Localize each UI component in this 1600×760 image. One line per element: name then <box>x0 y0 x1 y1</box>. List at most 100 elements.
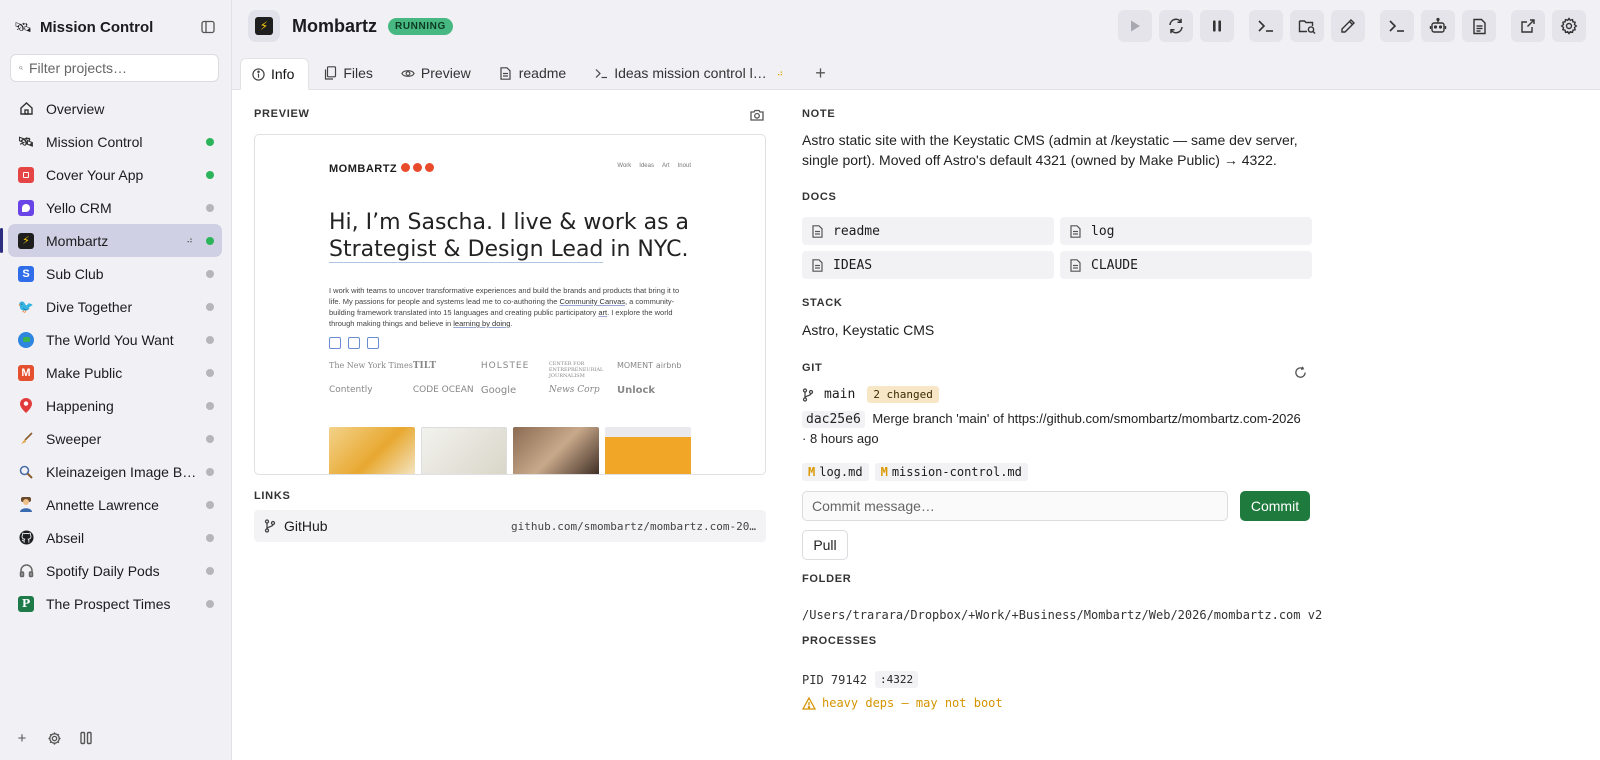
status-dot <box>206 599 214 608</box>
search-input[interactable] <box>29 60 210 76</box>
columns-icon[interactable] <box>78 730 94 746</box>
commit-message-input[interactable] <box>802 491 1228 521</box>
changed-file[interactable]: Mmission-control.md <box>874 463 1028 481</box>
site-brand: MOMBARTZ <box>329 163 398 175</box>
doc-label: log <box>1091 223 1115 239</box>
client-logo: Unlock <box>616 385 656 396</box>
reveal-folder-button[interactable] <box>1290 10 1324 42</box>
sidebar-item-abseil[interactable]: Abseil <box>8 521 222 554</box>
open-external-button[interactable] <box>1511 10 1545 42</box>
doc-ideas[interactable]: IDEAS <box>802 251 1054 279</box>
tab-files[interactable]: Files <box>313 57 387 89</box>
terminal-button[interactable] <box>1249 10 1283 42</box>
sidebar-item-make-public[interactable]: M Make Public <box>8 356 222 389</box>
sidebar-item-the-prospect-times[interactable]: P The Prospect Times <box>8 587 222 620</box>
status-dot <box>206 170 214 179</box>
sidebar-item-label: Kleinazeigen Image Br… <box>46 463 200 480</box>
tab-preview[interactable]: Preview <box>391 57 485 89</box>
site-headline-line: Hi, I’m Sascha. I live & work as a <box>329 210 690 235</box>
folder-heading: FOLDER <box>802 573 852 585</box>
warning-icon <box>802 696 816 710</box>
sidebar-item-label: The World You Want <box>46 331 174 348</box>
document-button[interactable] <box>1462 10 1496 42</box>
assistant-button[interactable] <box>1421 10 1455 42</box>
sidebar-item-label: The Prospect Times <box>46 595 171 612</box>
activity-spinner-icon: ⠴ <box>776 67 784 78</box>
site-headline-link: Strategist & Design Lead <box>329 237 604 263</box>
site-client-logos: The New York Times TILT HOLSTEE CENTER F… <box>329 361 685 396</box>
link-label: GitHub <box>284 518 328 534</box>
make-public-icon: M <box>18 364 34 381</box>
folder-search-icon <box>1298 20 1316 34</box>
site-headline-rest: in NYC. <box>603 237 689 262</box>
terminal-icon <box>594 66 608 80</box>
file-name: log.md <box>819 465 863 479</box>
tab-label: readme <box>518 65 567 81</box>
camera-icon[interactable] <box>750 108 764 124</box>
project-list: Overview 🛰 Mission Control Cover Your Ap… <box>0 92 231 620</box>
tab-ideas-mission-control[interactable]: Ideas mission control l… ⠴ <box>584 57 797 89</box>
home-icon <box>18 101 34 117</box>
status-dot <box>206 401 214 410</box>
add-tab-button[interactable]: + <box>801 57 840 89</box>
tab-label: Files <box>343 65 373 81</box>
refresh-icon[interactable] <box>1294 366 1307 382</box>
pause-button[interactable] <box>1200 10 1234 42</box>
tab-readme[interactable]: readme <box>489 57 580 89</box>
changed-file[interactable]: Mlog.md <box>802 463 869 481</box>
link-github[interactable]: GitHub github.com/smombartz/mombartz.com… <box>254 510 766 542</box>
document-icon <box>1472 18 1486 34</box>
doc-log[interactable]: log <box>1060 217 1312 245</box>
sidebar-item-dive-together[interactable]: 🐦 Dive Together <box>8 290 222 323</box>
cover-your-app-icon <box>18 166 34 183</box>
sidebar-item-happening[interactable]: Happening <box>8 389 222 422</box>
sidebar-item-mission-control[interactable]: 🛰 Mission Control <box>8 125 222 158</box>
stack-heading: STACK <box>802 297 843 309</box>
sidebar-item-the-world-you-want[interactable]: The World You Want <box>8 323 222 356</box>
restart-button[interactable] <box>1159 10 1193 42</box>
commit-button[interactable]: Commit <box>1240 491 1310 521</box>
activity-spinner-icon: ⠴ <box>186 235 193 245</box>
sidebar-item-mombartz[interactable]: ⚡ Mombartz ⠴ <box>0 224 222 257</box>
sidebar-item-label: Abseil <box>46 529 85 546</box>
edit-button[interactable] <box>1331 10 1365 42</box>
project-title: Mombartz <box>292 15 377 36</box>
changed-files: Mlog.md Mmission-control.md <box>802 463 1028 481</box>
note-text: Astro static site with the Keystatic CMS… <box>802 132 1298 168</box>
settings-button[interactable] <box>1552 10 1586 42</box>
sidebar-item-yello-crm[interactable]: Yello CRM <box>8 191 222 224</box>
site-headline: Hi, I’m Sascha. I live & work as a Strat… <box>329 209 709 263</box>
sidebar-item-kleinazeigen[interactable]: Kleinazeigen Image Br… <box>8 455 222 488</box>
thumbnail <box>513 427 599 474</box>
sidebar-item-sweeper[interactable]: Sweeper <box>8 422 222 455</box>
doc-claude[interactable]: CLAUDE <box>1060 251 1312 279</box>
sidebar-toggle-icon[interactable] <box>199 18 217 36</box>
folder-path[interactable]: /Users/trarara/Dropbox/+Work/+Business/M… <box>802 608 1322 622</box>
sidebar-item-overview[interactable]: Overview <box>8 92 222 125</box>
site-intro: I work with teams to uncover transformat… <box>329 285 689 329</box>
site-preview[interactable]: MOMBARTZ Work Ideas Art Inout Hi, I’m Sa… <box>254 134 766 475</box>
broom-icon <box>18 431 34 447</box>
site-thumbnails <box>329 427 691 474</box>
pin-icon <box>18 398 34 414</box>
sidebar-item-label: Yello CRM <box>46 199 112 216</box>
pull-button[interactable]: Pull <box>802 530 848 560</box>
external-link-icon <box>1521 19 1535 33</box>
console-button[interactable] <box>1380 10 1414 42</box>
sidebar-item-sub-club[interactable]: S Sub Club <box>8 257 222 290</box>
doc-readme[interactable]: readme <box>802 217 1054 245</box>
last-commit: dac25e6 Merge branch 'main' of https://g… <box>802 409 1322 448</box>
start-button[interactable] <box>1118 10 1152 42</box>
process-port[interactable]: :4322 <box>875 671 919 688</box>
sidebar-item-annette-lawrence[interactable]: Annette Lawrence <box>8 488 222 521</box>
sidebar-item-cover-your-app[interactable]: Cover Your App <box>8 158 222 191</box>
sidebar-item-spotify-daily-pods[interactable]: Spotify Daily Pods <box>8 554 222 587</box>
gear-icon[interactable] <box>46 730 62 746</box>
linkedin-icon <box>329 337 341 349</box>
tab-info[interactable]: Info <box>240 58 310 90</box>
plus-icon[interactable]: + <box>14 730 30 747</box>
dive-icon: 🐦 <box>17 298 35 314</box>
status-dot <box>206 467 214 476</box>
pencil-icon <box>1341 19 1355 33</box>
status-dot <box>206 434 214 443</box>
